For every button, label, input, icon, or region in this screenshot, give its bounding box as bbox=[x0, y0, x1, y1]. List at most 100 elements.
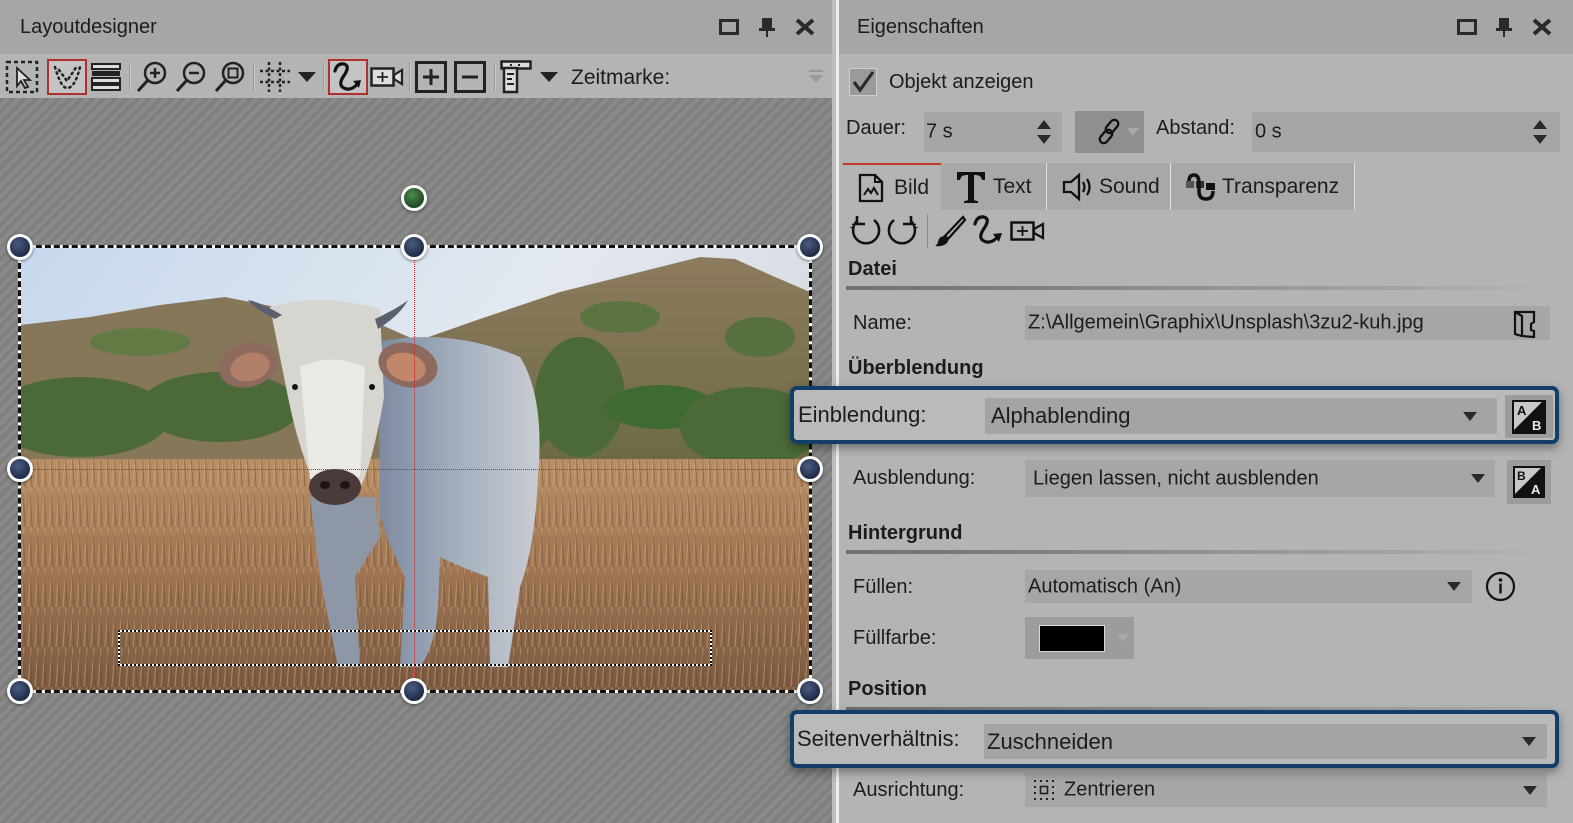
aspect-ratio-dropdown[interactable]: Zuschneiden bbox=[984, 724, 1547, 759]
fill-color-picker[interactable] bbox=[1025, 617, 1134, 659]
brush-button[interactable] bbox=[933, 214, 967, 248]
zoom-in-icon bbox=[136, 61, 167, 93]
close-button[interactable] bbox=[1530, 16, 1554, 38]
grid-dropdown-button[interactable] bbox=[296, 59, 318, 95]
alignment-dropdown[interactable]: Zentrieren bbox=[1025, 773, 1547, 807]
camera-pan-button[interactable] bbox=[1010, 218, 1046, 244]
camera-pan-button[interactable] bbox=[369, 59, 405, 95]
link-icon bbox=[1098, 118, 1119, 145]
text-layout-button[interactable] bbox=[499, 59, 533, 95]
resize-handle-left[interactable] bbox=[7, 456, 33, 482]
pin-button[interactable] bbox=[1492, 16, 1516, 38]
panel-title: Eigenschaften bbox=[857, 16, 984, 38]
svg-text:B: B bbox=[1532, 418, 1541, 433]
zoom-fit-icon bbox=[214, 61, 245, 93]
pin-button[interactable] bbox=[755, 16, 779, 38]
chevron-down-icon bbox=[1117, 634, 1129, 642]
resize-handle-bottom-left[interactable] bbox=[7, 678, 33, 704]
file-name-value: Z:\Allgemein\Graphix\Unsplash\3zu2-kuh.j… bbox=[1028, 311, 1424, 334]
checkmark-icon bbox=[852, 71, 875, 93]
resize-handle-right[interactable] bbox=[797, 456, 823, 482]
fill-dropdown[interactable]: Automatisch (An) bbox=[1025, 570, 1472, 603]
grid-button[interactable] bbox=[258, 59, 292, 95]
show-object-label: Objekt anzeigen bbox=[889, 71, 1034, 93]
panel-title: Layoutdesigner bbox=[20, 16, 157, 38]
resize-handle-bottom-right[interactable] bbox=[797, 678, 823, 704]
duration-label: Dauer: bbox=[846, 117, 907, 139]
zoom-in-button[interactable] bbox=[135, 59, 169, 95]
tab-transparenz[interactable]: Transparenz bbox=[1171, 163, 1355, 210]
tab-text[interactable]: Text bbox=[941, 163, 1047, 210]
chevron-down-icon bbox=[1447, 582, 1461, 591]
text-frame-dashes[interactable] bbox=[118, 630, 712, 666]
tab-label: Bild bbox=[894, 175, 930, 199]
selection-tool-button[interactable] bbox=[4, 59, 40, 95]
zoom-out-button[interactable] bbox=[174, 59, 208, 95]
camera-pan-icon bbox=[370, 67, 404, 87]
spinner-icon[interactable] bbox=[1036, 116, 1052, 148]
open-folder-icon[interactable] bbox=[1513, 310, 1537, 338]
path-edit-tool-button[interactable] bbox=[47, 59, 87, 95]
link-duration-button[interactable] bbox=[1075, 111, 1144, 153]
speaker-icon bbox=[1062, 171, 1091, 202]
fill-info-button[interactable] bbox=[1485, 571, 1516, 602]
show-object-checkbox[interactable] bbox=[849, 68, 877, 96]
rotate-handle[interactable] bbox=[401, 185, 427, 211]
text-layout-dropdown-button[interactable] bbox=[538, 59, 560, 95]
name-label: Name: bbox=[853, 312, 912, 334]
tab-sound[interactable]: Sound bbox=[1047, 163, 1171, 210]
horizontal-center-guide bbox=[20, 469, 810, 470]
remove-object-button[interactable] bbox=[453, 59, 487, 95]
toolbar-overflow-button[interactable] bbox=[806, 68, 826, 86]
toolbar-separator bbox=[927, 214, 928, 248]
spinner-icon[interactable] bbox=[1532, 116, 1548, 148]
resize-handle-top[interactable] bbox=[401, 234, 427, 260]
rotate-right-button[interactable] bbox=[886, 214, 920, 248]
section-divider bbox=[846, 550, 1558, 554]
resize-handle-bottom[interactable] bbox=[401, 678, 427, 704]
toolbar-separator bbox=[253, 62, 255, 92]
tab-bild[interactable]: Bild bbox=[843, 163, 941, 210]
chevron-down-icon bbox=[1463, 412, 1477, 421]
spacing-input[interactable]: 0 s bbox=[1252, 112, 1560, 152]
fade-in-dropdown[interactable]: Alphablending bbox=[985, 398, 1497, 434]
section-divider bbox=[846, 286, 1558, 290]
aspect-ratio-label: Seitenverhältnis: bbox=[797, 726, 960, 751]
maximize-button[interactable] bbox=[717, 16, 741, 38]
zoom-fit-button[interactable] bbox=[213, 59, 247, 95]
motion-path-button[interactable] bbox=[971, 214, 1007, 248]
tab-label: Text bbox=[993, 174, 1032, 198]
chevron-down-icon bbox=[298, 72, 316, 82]
rotate-left-button[interactable] bbox=[848, 214, 882, 248]
plus-box-icon bbox=[415, 61, 447, 93]
fade-out-dropdown[interactable]: Liegen lassen, nicht ausblenden bbox=[1025, 460, 1495, 497]
add-object-button[interactable] bbox=[414, 59, 448, 95]
info-icon bbox=[1485, 571, 1516, 602]
motion-path-button[interactable] bbox=[328, 59, 368, 95]
svg-text:A: A bbox=[1531, 482, 1541, 497]
tab-label: Transparenz bbox=[1222, 174, 1340, 198]
fill-color-swatch bbox=[1039, 625, 1105, 652]
brush-icon bbox=[935, 215, 967, 247]
path-edit-icon bbox=[53, 64, 82, 90]
fill-value: Automatisch (An) bbox=[1028, 575, 1182, 597]
fade-out-options-button[interactable]: BA bbox=[1507, 460, 1551, 504]
chevron-down-icon bbox=[1523, 786, 1537, 795]
file-name-field[interactable]: Z:\Allgemein\Graphix\Unsplash\3zu2-kuh.j… bbox=[1025, 306, 1550, 340]
fill-label: Füllen: bbox=[853, 576, 914, 598]
toolbar-separator bbox=[409, 62, 411, 92]
fade-in-options-button[interactable]: AB bbox=[1505, 395, 1553, 438]
layers-tool-button[interactable] bbox=[90, 59, 122, 95]
resize-handle-top-right[interactable] bbox=[797, 234, 823, 260]
resize-handle-top-left[interactable] bbox=[7, 234, 33, 260]
maximize-button[interactable] bbox=[1455, 16, 1479, 38]
spacing-label: Abstand: bbox=[1156, 117, 1235, 139]
motion-path-icon bbox=[333, 62, 361, 91]
motion-path-icon bbox=[973, 215, 1002, 244]
pin-icon bbox=[1496, 18, 1512, 37]
close-button[interactable] bbox=[793, 16, 817, 38]
transparency-icon bbox=[1186, 172, 1215, 201]
duration-input[interactable]: 7 s bbox=[924, 112, 1062, 152]
ab-transition-icon: AB bbox=[1512, 399, 1546, 434]
fade-in-label: Einblendung: bbox=[798, 402, 927, 427]
